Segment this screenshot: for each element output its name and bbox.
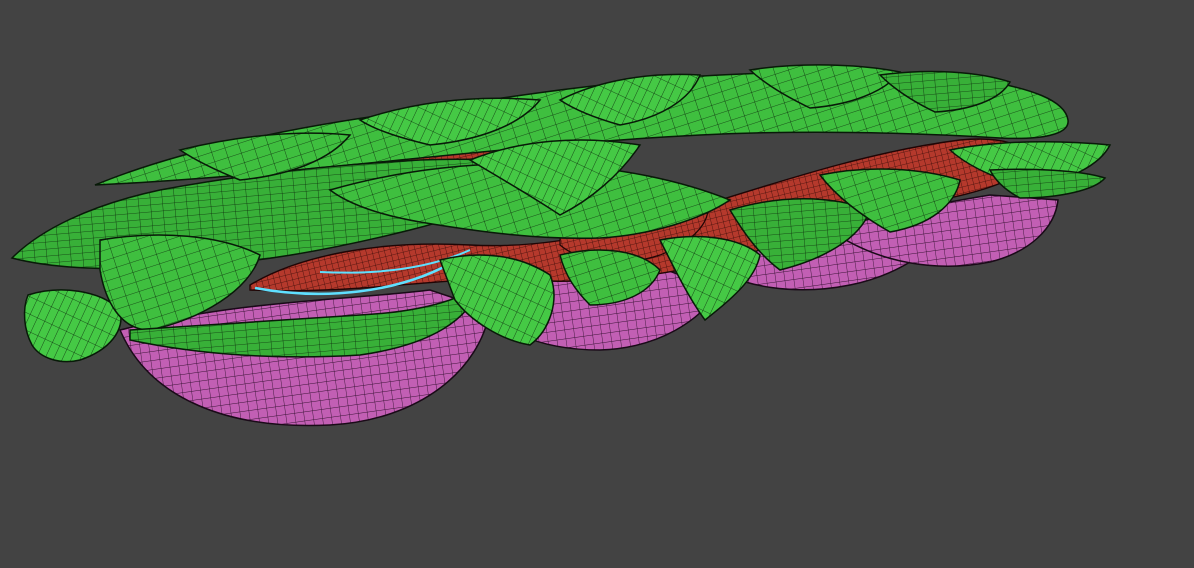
3d-viewport[interactable] xyxy=(0,0,1194,568)
scene-render[interactable] xyxy=(0,0,1194,568)
